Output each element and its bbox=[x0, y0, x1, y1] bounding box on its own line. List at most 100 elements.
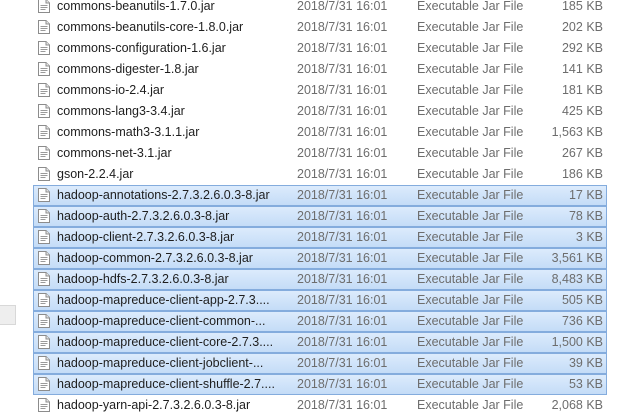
file-row[interactable]: commons-math3-3.1.1.jar 2018/7/31 16:01 … bbox=[0, 122, 639, 143]
jar-file-icon bbox=[38, 209, 50, 223]
file-type: Executable Jar File bbox=[417, 314, 524, 328]
file-name: commons-digester-1.8.jar bbox=[57, 62, 199, 76]
file-type: Executable Jar File bbox=[417, 272, 524, 286]
jar-file-icon bbox=[38, 230, 50, 244]
file-size: 2,068 KB bbox=[551, 398, 603, 412]
file-row[interactable]: hadoop-mapreduce-client-common-... 2018/… bbox=[33, 311, 607, 332]
file-row[interactable]: hadoop-yarn-api-2.7.3.2.6.0.3-8.jar 2018… bbox=[0, 395, 639, 416]
file-date-modified: 2018/7/31 16:01 bbox=[297, 230, 388, 244]
file-date-modified: 2018/7/31 16:01 bbox=[297, 272, 388, 286]
file-size: 202 KB bbox=[561, 20, 603, 34]
jar-file-icon bbox=[38, 125, 50, 139]
file-size: 1,500 KB bbox=[551, 335, 603, 349]
file-row[interactable]: commons-digester-1.8.jar 2018/7/31 16:01… bbox=[0, 59, 639, 80]
file-date-modified: 2018/7/31 16:01 bbox=[297, 188, 388, 202]
file-date-modified: 2018/7/31 16:01 bbox=[297, 41, 388, 55]
file-date-modified: 2018/7/31 16:01 bbox=[297, 125, 388, 139]
jar-file-icon bbox=[38, 20, 50, 34]
file-type: Executable Jar File bbox=[417, 62, 524, 76]
file-type: Executable Jar File bbox=[417, 209, 524, 223]
file-type: Executable Jar File bbox=[417, 188, 524, 202]
jar-file-icon bbox=[38, 335, 50, 349]
file-name: hadoop-mapreduce-client-common-... bbox=[57, 314, 266, 328]
file-rows: commons-beanutils-1.7.0.jar 2018/7/31 16… bbox=[0, 0, 639, 416]
file-row[interactable]: commons-configuration-1.6.jar 2018/7/31 … bbox=[0, 38, 639, 59]
file-size: 8,483 KB bbox=[551, 272, 603, 286]
file-size: 17 KB bbox=[568, 188, 603, 202]
file-date-modified: 2018/7/31 16:01 bbox=[297, 167, 388, 181]
file-type: Executable Jar File bbox=[417, 293, 524, 307]
file-name: commons-beanutils-1.7.0.jar bbox=[57, 0, 215, 13]
jar-file-icon bbox=[38, 272, 50, 286]
file-row[interactable]: commons-io-2.4.jar 2018/7/31 16:01 Execu… bbox=[0, 80, 639, 101]
file-type: Executable Jar File bbox=[417, 251, 524, 265]
jar-file-icon bbox=[38, 356, 50, 370]
file-row[interactable]: commons-beanutils-core-1.8.0.jar 2018/7/… bbox=[0, 17, 639, 38]
file-row[interactable]: commons-net-3.1.jar 2018/7/31 16:01 Exec… bbox=[0, 143, 639, 164]
jar-file-icon bbox=[38, 167, 50, 181]
file-name: hadoop-mapreduce-client-shuffle-2.7.... bbox=[57, 377, 275, 391]
jar-file-icon bbox=[38, 188, 50, 202]
jar-file-icon bbox=[38, 377, 50, 391]
file-type: Executable Jar File bbox=[417, 335, 524, 349]
file-date-modified: 2018/7/31 16:01 bbox=[297, 20, 388, 34]
file-row[interactable]: hadoop-common-2.7.3.2.6.0.3-8.jar 2018/7… bbox=[33, 248, 607, 269]
file-date-modified: 2018/7/31 16:01 bbox=[297, 398, 388, 412]
file-date-modified: 2018/7/31 16:01 bbox=[297, 62, 388, 76]
file-row[interactable]: hadoop-mapreduce-client-app-2.7.3.... 20… bbox=[33, 290, 607, 311]
file-name: commons-math3-3.1.1.jar bbox=[57, 125, 200, 139]
file-type: Executable Jar File bbox=[417, 104, 524, 118]
file-type: Executable Jar File bbox=[417, 83, 524, 97]
file-row[interactable]: hadoop-auth-2.7.3.2.6.0.3-8.jar 2018/7/3… bbox=[33, 206, 607, 227]
file-name: hadoop-mapreduce-client-app-2.7.3.... bbox=[57, 293, 270, 307]
file-type: Executable Jar File bbox=[417, 167, 524, 181]
file-row[interactable]: hadoop-hdfs-2.7.3.2.6.0.3-8.jar 2018/7/3… bbox=[33, 269, 607, 290]
file-name: hadoop-yarn-api-2.7.3.2.6.0.3-8.jar bbox=[57, 398, 251, 412]
file-size: 736 KB bbox=[561, 314, 603, 328]
file-list-view: commons-beanutils-1.7.0.jar 2018/7/31 16… bbox=[0, 0, 639, 416]
file-name: hadoop-mapreduce-client-core-2.7.3.... bbox=[57, 335, 274, 349]
file-name: hadoop-annotations-2.7.3.2.6.0.3-8.jar bbox=[57, 188, 270, 202]
file-size: 3 KB bbox=[575, 230, 603, 244]
file-size: 39 KB bbox=[568, 356, 603, 370]
file-row[interactable]: hadoop-mapreduce-client-jobclient-... 20… bbox=[33, 353, 607, 374]
file-size: 425 KB bbox=[561, 104, 603, 118]
file-size: 505 KB bbox=[561, 293, 603, 307]
file-type: Executable Jar File bbox=[417, 230, 524, 244]
file-type: Executable Jar File bbox=[417, 41, 524, 55]
file-size: 185 KB bbox=[561, 0, 603, 13]
file-row[interactable]: hadoop-mapreduce-client-core-2.7.3.... 2… bbox=[33, 332, 607, 353]
file-size: 3,561 KB bbox=[551, 251, 603, 265]
file-date-modified: 2018/7/31 16:01 bbox=[297, 335, 388, 349]
file-date-modified: 2018/7/31 16:01 bbox=[297, 83, 388, 97]
file-size: 53 KB bbox=[568, 377, 603, 391]
file-row[interactable]: hadoop-annotations-2.7.3.2.6.0.3-8.jar 2… bbox=[33, 185, 607, 206]
jar-file-icon bbox=[38, 146, 50, 160]
file-size: 181 KB bbox=[561, 83, 603, 97]
file-type: Executable Jar File bbox=[417, 146, 524, 160]
file-name: commons-net-3.1.jar bbox=[57, 146, 172, 160]
file-date-modified: 2018/7/31 16:01 bbox=[297, 356, 388, 370]
file-row[interactable]: hadoop-client-2.7.3.2.6.0.3-8.jar 2018/7… bbox=[33, 227, 607, 248]
jar-file-icon bbox=[38, 251, 50, 265]
file-row[interactable]: gson-2.2.4.jar 2018/7/31 16:01 Executabl… bbox=[0, 164, 639, 185]
file-size: 292 KB bbox=[561, 41, 603, 55]
file-date-modified: 2018/7/31 16:01 bbox=[297, 251, 388, 265]
file-date-modified: 2018/7/31 16:01 bbox=[297, 314, 388, 328]
file-name: hadoop-hdfs-2.7.3.2.6.0.3-8.jar bbox=[57, 272, 229, 286]
file-row[interactable]: commons-beanutils-1.7.0.jar 2018/7/31 16… bbox=[0, 0, 639, 17]
file-name: commons-io-2.4.jar bbox=[57, 83, 164, 97]
file-row[interactable]: hadoop-mapreduce-client-shuffle-2.7.... … bbox=[33, 374, 607, 395]
file-size: 1,563 KB bbox=[551, 125, 603, 139]
file-name: hadoop-mapreduce-client-jobclient-... bbox=[57, 356, 264, 370]
file-row[interactable]: commons-lang3-3.4.jar 2018/7/31 16:01 Ex… bbox=[0, 101, 639, 122]
jar-file-icon bbox=[38, 314, 50, 328]
jar-file-icon bbox=[38, 83, 50, 97]
file-type: Executable Jar File bbox=[417, 356, 524, 370]
file-size: 186 KB bbox=[561, 167, 603, 181]
file-date-modified: 2018/7/31 16:01 bbox=[297, 293, 388, 307]
file-name: commons-lang3-3.4.jar bbox=[57, 104, 185, 118]
file-date-modified: 2018/7/31 16:01 bbox=[297, 104, 388, 118]
file-type: Executable Jar File bbox=[417, 125, 524, 139]
file-name: gson-2.2.4.jar bbox=[57, 167, 134, 181]
